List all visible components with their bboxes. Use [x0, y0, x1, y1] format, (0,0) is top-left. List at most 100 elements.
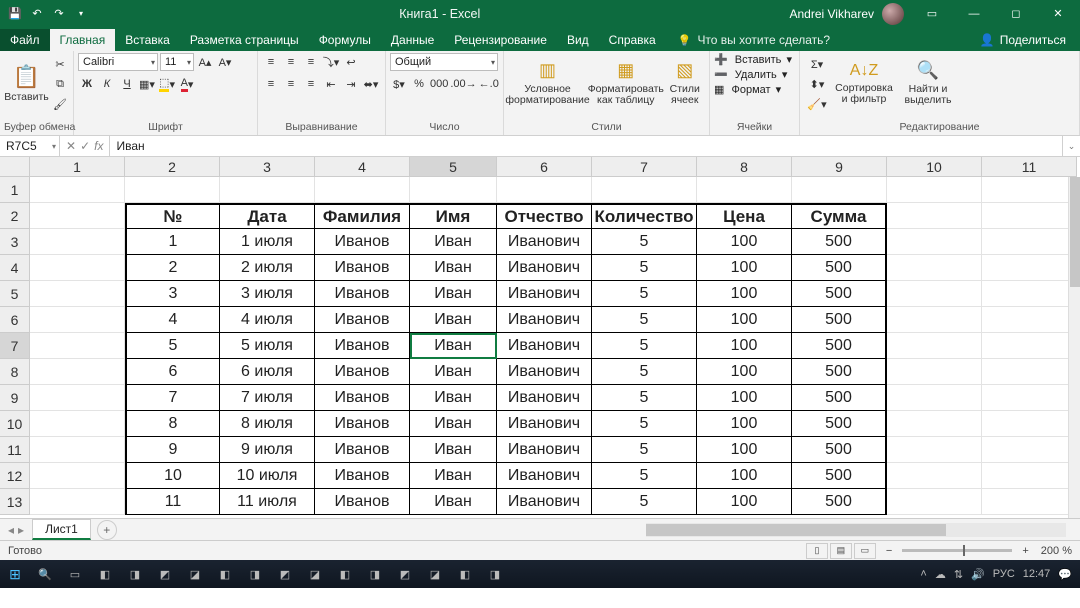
cell[interactable]: [982, 177, 1077, 203]
search-icon[interactable]: 🔍: [30, 560, 60, 588]
taskbar-app-icon[interactable]: ◧: [330, 560, 360, 588]
tab-data[interactable]: Данные: [381, 29, 444, 51]
cell[interactable]: Иван: [410, 359, 497, 385]
cell[interactable]: 500: [792, 411, 887, 437]
tab-formulas[interactable]: Формулы: [309, 29, 381, 51]
cell[interactable]: Цена: [697, 203, 792, 229]
cell[interactable]: 500: [792, 385, 887, 411]
cell[interactable]: [982, 385, 1077, 411]
cell[interactable]: Иванов: [315, 281, 410, 307]
cell[interactable]: 5: [592, 385, 697, 411]
cell[interactable]: Иванов: [315, 463, 410, 489]
cell[interactable]: 11 июля: [220, 489, 315, 515]
decrease-font-icon[interactable]: A▾: [216, 53, 234, 71]
cell[interactable]: 500: [792, 333, 887, 359]
cell[interactable]: Иван: [410, 333, 497, 359]
increase-decimal-icon[interactable]: .00→: [450, 75, 476, 93]
column-header[interactable]: 8: [697, 157, 792, 177]
cell[interactable]: 8: [125, 411, 220, 437]
cell[interactable]: 500: [792, 229, 887, 255]
cell[interactable]: 500: [792, 359, 887, 385]
cell[interactable]: Фамилия: [315, 203, 410, 229]
horizontal-scrollbar[interactable]: [646, 523, 1066, 537]
cell[interactable]: 5: [592, 333, 697, 359]
taskbar-app-icon[interactable]: ◩: [150, 560, 180, 588]
cell[interactable]: Иванович: [497, 333, 592, 359]
cut-icon[interactable]: ✂: [51, 55, 69, 73]
formula-input[interactable]: Иван: [110, 136, 1062, 156]
cell[interactable]: 100: [697, 489, 792, 515]
cell[interactable]: 6: [125, 359, 220, 385]
row-header[interactable]: 5: [0, 281, 30, 307]
cell[interactable]: Иванов: [315, 307, 410, 333]
indent-decrease-icon[interactable]: ⇤: [322, 75, 340, 93]
cell[interactable]: 500: [792, 281, 887, 307]
taskbar-app-icon[interactable]: ◪: [300, 560, 330, 588]
row-header[interactable]: 4: [0, 255, 30, 281]
undo-icon[interactable]: ↶: [28, 5, 46, 23]
cell[interactable]: 5: [592, 489, 697, 515]
cell[interactable]: [982, 203, 1077, 229]
cells-insert-button[interactable]: ➕ Вставить ▾: [714, 53, 795, 66]
tab-file[interactable]: Файл: [0, 29, 50, 51]
column-header[interactable]: 6: [497, 157, 592, 177]
cell[interactable]: Иванов: [315, 489, 410, 515]
fill-icon[interactable]: ⬍▾: [804, 75, 830, 93]
cell[interactable]: [30, 229, 125, 255]
cell[interactable]: [887, 177, 982, 203]
cell[interactable]: 5: [592, 229, 697, 255]
tab-insert[interactable]: Вставка: [115, 29, 180, 51]
cell[interactable]: 2: [125, 255, 220, 281]
cell[interactable]: 500: [792, 489, 887, 515]
tray-overflow-icon[interactable]: ˄: [920, 568, 926, 580]
taskbar-app-icon[interactable]: ◨: [360, 560, 390, 588]
cell[interactable]: [982, 281, 1077, 307]
cell[interactable]: Иван: [410, 437, 497, 463]
cell[interactable]: Количество: [592, 203, 697, 229]
row-header[interactable]: 7: [0, 333, 30, 359]
cell[interactable]: [982, 411, 1077, 437]
align-bottom-icon[interactable]: ≡: [302, 53, 320, 71]
tab-view[interactable]: Вид: [557, 29, 599, 51]
align-middle-icon[interactable]: ≡: [282, 53, 300, 71]
cell[interactable]: [887, 411, 982, 437]
cell[interactable]: 5: [125, 333, 220, 359]
close-icon[interactable]: ✕: [1040, 0, 1076, 27]
cell[interactable]: [887, 203, 982, 229]
row-header[interactable]: 2: [0, 203, 30, 229]
taskbar-app-icon[interactable]: ◪: [180, 560, 210, 588]
cell[interactable]: [982, 229, 1077, 255]
cell[interactable]: [125, 177, 220, 203]
sheet-tab-1[interactable]: Лист1: [32, 519, 91, 540]
tray-volume-icon[interactable]: 🔊: [971, 568, 985, 581]
currency-icon[interactable]: $▾: [390, 75, 408, 93]
cell[interactable]: 10 июля: [220, 463, 315, 489]
cell[interactable]: Иван: [410, 307, 497, 333]
cell[interactable]: Имя: [410, 203, 497, 229]
orientation-icon[interactable]: ⤵▾: [322, 53, 340, 71]
cell[interactable]: 7 июля: [220, 385, 315, 411]
cell[interactable]: 500: [792, 307, 887, 333]
taskbar-app-icon[interactable]: ◩: [270, 560, 300, 588]
cell[interactable]: [887, 333, 982, 359]
cell[interactable]: 9 июля: [220, 437, 315, 463]
view-page-layout-icon[interactable]: ▤: [830, 543, 852, 559]
cell[interactable]: [30, 463, 125, 489]
cell[interactable]: Иван: [410, 489, 497, 515]
share-button[interactable]: 👤 Поделиться: [980, 33, 1066, 51]
cell[interactable]: [887, 437, 982, 463]
cell[interactable]: [315, 177, 410, 203]
font-family-combo[interactable]: Calibri: [78, 53, 158, 71]
cell[interactable]: Иванович: [497, 463, 592, 489]
cell[interactable]: Дата: [220, 203, 315, 229]
decrease-decimal-icon[interactable]: ←.0: [479, 75, 499, 93]
cell[interactable]: [697, 177, 792, 203]
cell[interactable]: [887, 307, 982, 333]
tab-help[interactable]: Справка: [599, 29, 666, 51]
align-right-icon[interactable]: ≡: [302, 75, 320, 93]
cell[interactable]: [887, 385, 982, 411]
column-header[interactable]: 3: [220, 157, 315, 177]
cell[interactable]: [30, 437, 125, 463]
cell[interactable]: 9: [125, 437, 220, 463]
cell[interactable]: 100: [697, 359, 792, 385]
